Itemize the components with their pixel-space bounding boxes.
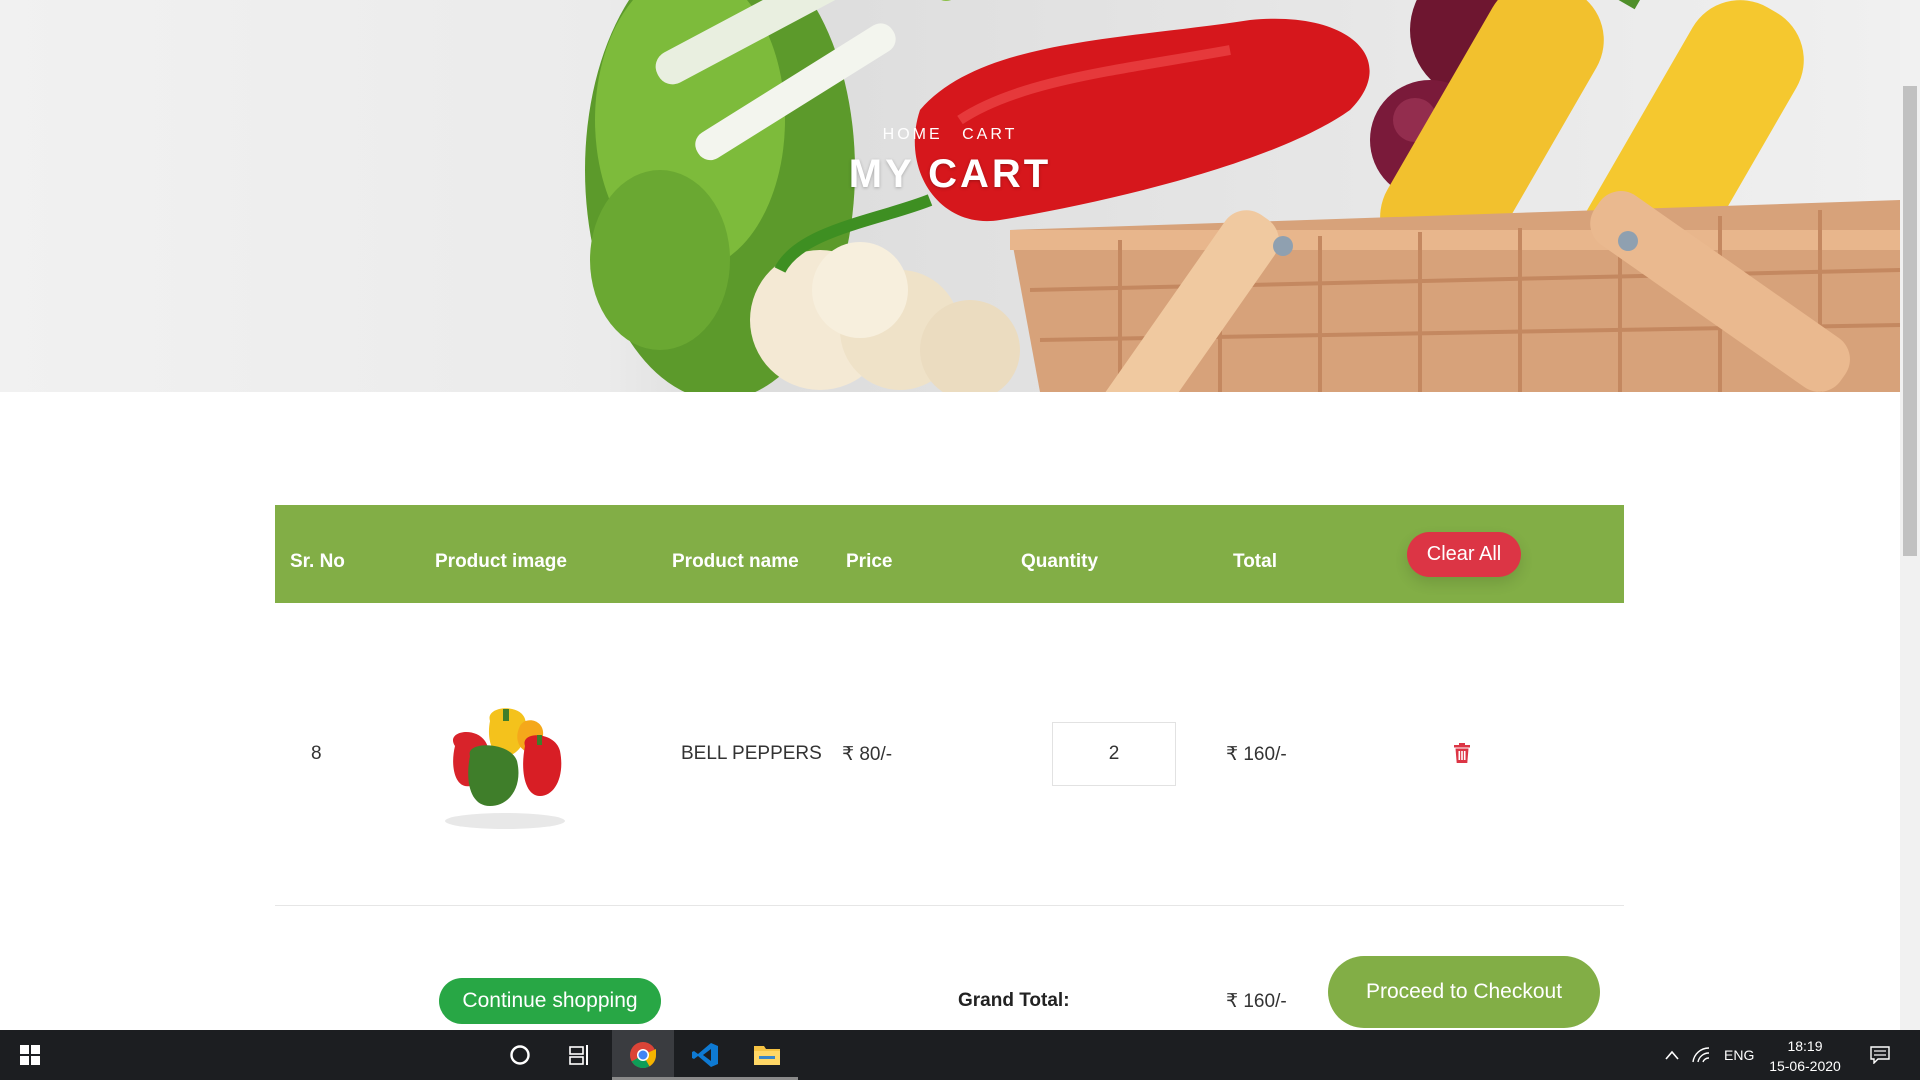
hero-banner: HOME CART MY CART: [0, 0, 1900, 392]
clock-time: 18:19: [1787, 1038, 1823, 1054]
header-sr-no: Sr. No: [290, 551, 345, 572]
bell-peppers-image: [445, 708, 565, 829]
quantity-input[interactable]: [1052, 722, 1176, 786]
system-clock[interactable]: 18:19 15-06-2020: [1760, 1036, 1850, 1076]
table-row: 8 BELL PEPPERS ₹ 80/- ₹ 160/-: [275, 603, 1624, 906]
page-title: MY CART: [848, 152, 1052, 196]
clock-date: 15-06-2020: [1769, 1058, 1841, 1074]
page-scrollbar[interactable]: [1900, 0, 1920, 1030]
chevron-up-icon[interactable]: [1660, 1030, 1684, 1080]
windows-start-icon[interactable]: [0, 1030, 60, 1080]
windows-taskbar: ENG 18:19 15-06-2020: [0, 1030, 1920, 1080]
breadcrumb-cart: CART: [962, 126, 1018, 143]
grand-total-value: ₹ 160/-: [1226, 991, 1287, 1012]
header-total: Total: [1233, 551, 1277, 572]
breadcrumb: HOME CART: [0, 126, 1900, 144]
row-sr-no: 8: [311, 743, 322, 764]
row-total: ₹ 160/-: [1226, 744, 1287, 765]
cart-table-header: Sr. No Product image Product name Price …: [275, 505, 1624, 603]
file-explorer-icon[interactable]: [736, 1030, 798, 1080]
header-product-image: Product image: [435, 551, 567, 572]
cortana-icon[interactable]: [496, 1030, 544, 1080]
vscode-icon[interactable]: [674, 1030, 736, 1080]
header-price: Price: [846, 551, 893, 572]
row-price: ₹ 80/-: [842, 744, 893, 765]
clear-all-button[interactable]: Clear All: [1407, 532, 1521, 577]
row-product-name: BELL PEPPERS: [681, 743, 822, 764]
language-indicator[interactable]: ENG: [1724, 1047, 1754, 1063]
task-view-icon[interactable]: [556, 1030, 604, 1080]
header-product-name: Product name: [672, 551, 799, 572]
continue-shopping-button[interactable]: Continue shopping: [439, 978, 661, 1024]
action-center-icon[interactable]: [1862, 1030, 1898, 1080]
wifi-icon[interactable]: [1688, 1030, 1714, 1080]
grand-total-label: Grand Total:: [958, 990, 1070, 1011]
breadcrumb-home[interactable]: HOME: [883, 126, 943, 143]
scrollbar-thumb[interactable]: [1903, 86, 1917, 556]
proceed-to-checkout-button[interactable]: Proceed to Checkout: [1328, 956, 1600, 1028]
header-quantity: Quantity: [1021, 551, 1099, 572]
chrome-icon[interactable]: [612, 1030, 674, 1080]
trash-icon[interactable]: [1454, 743, 1470, 763]
